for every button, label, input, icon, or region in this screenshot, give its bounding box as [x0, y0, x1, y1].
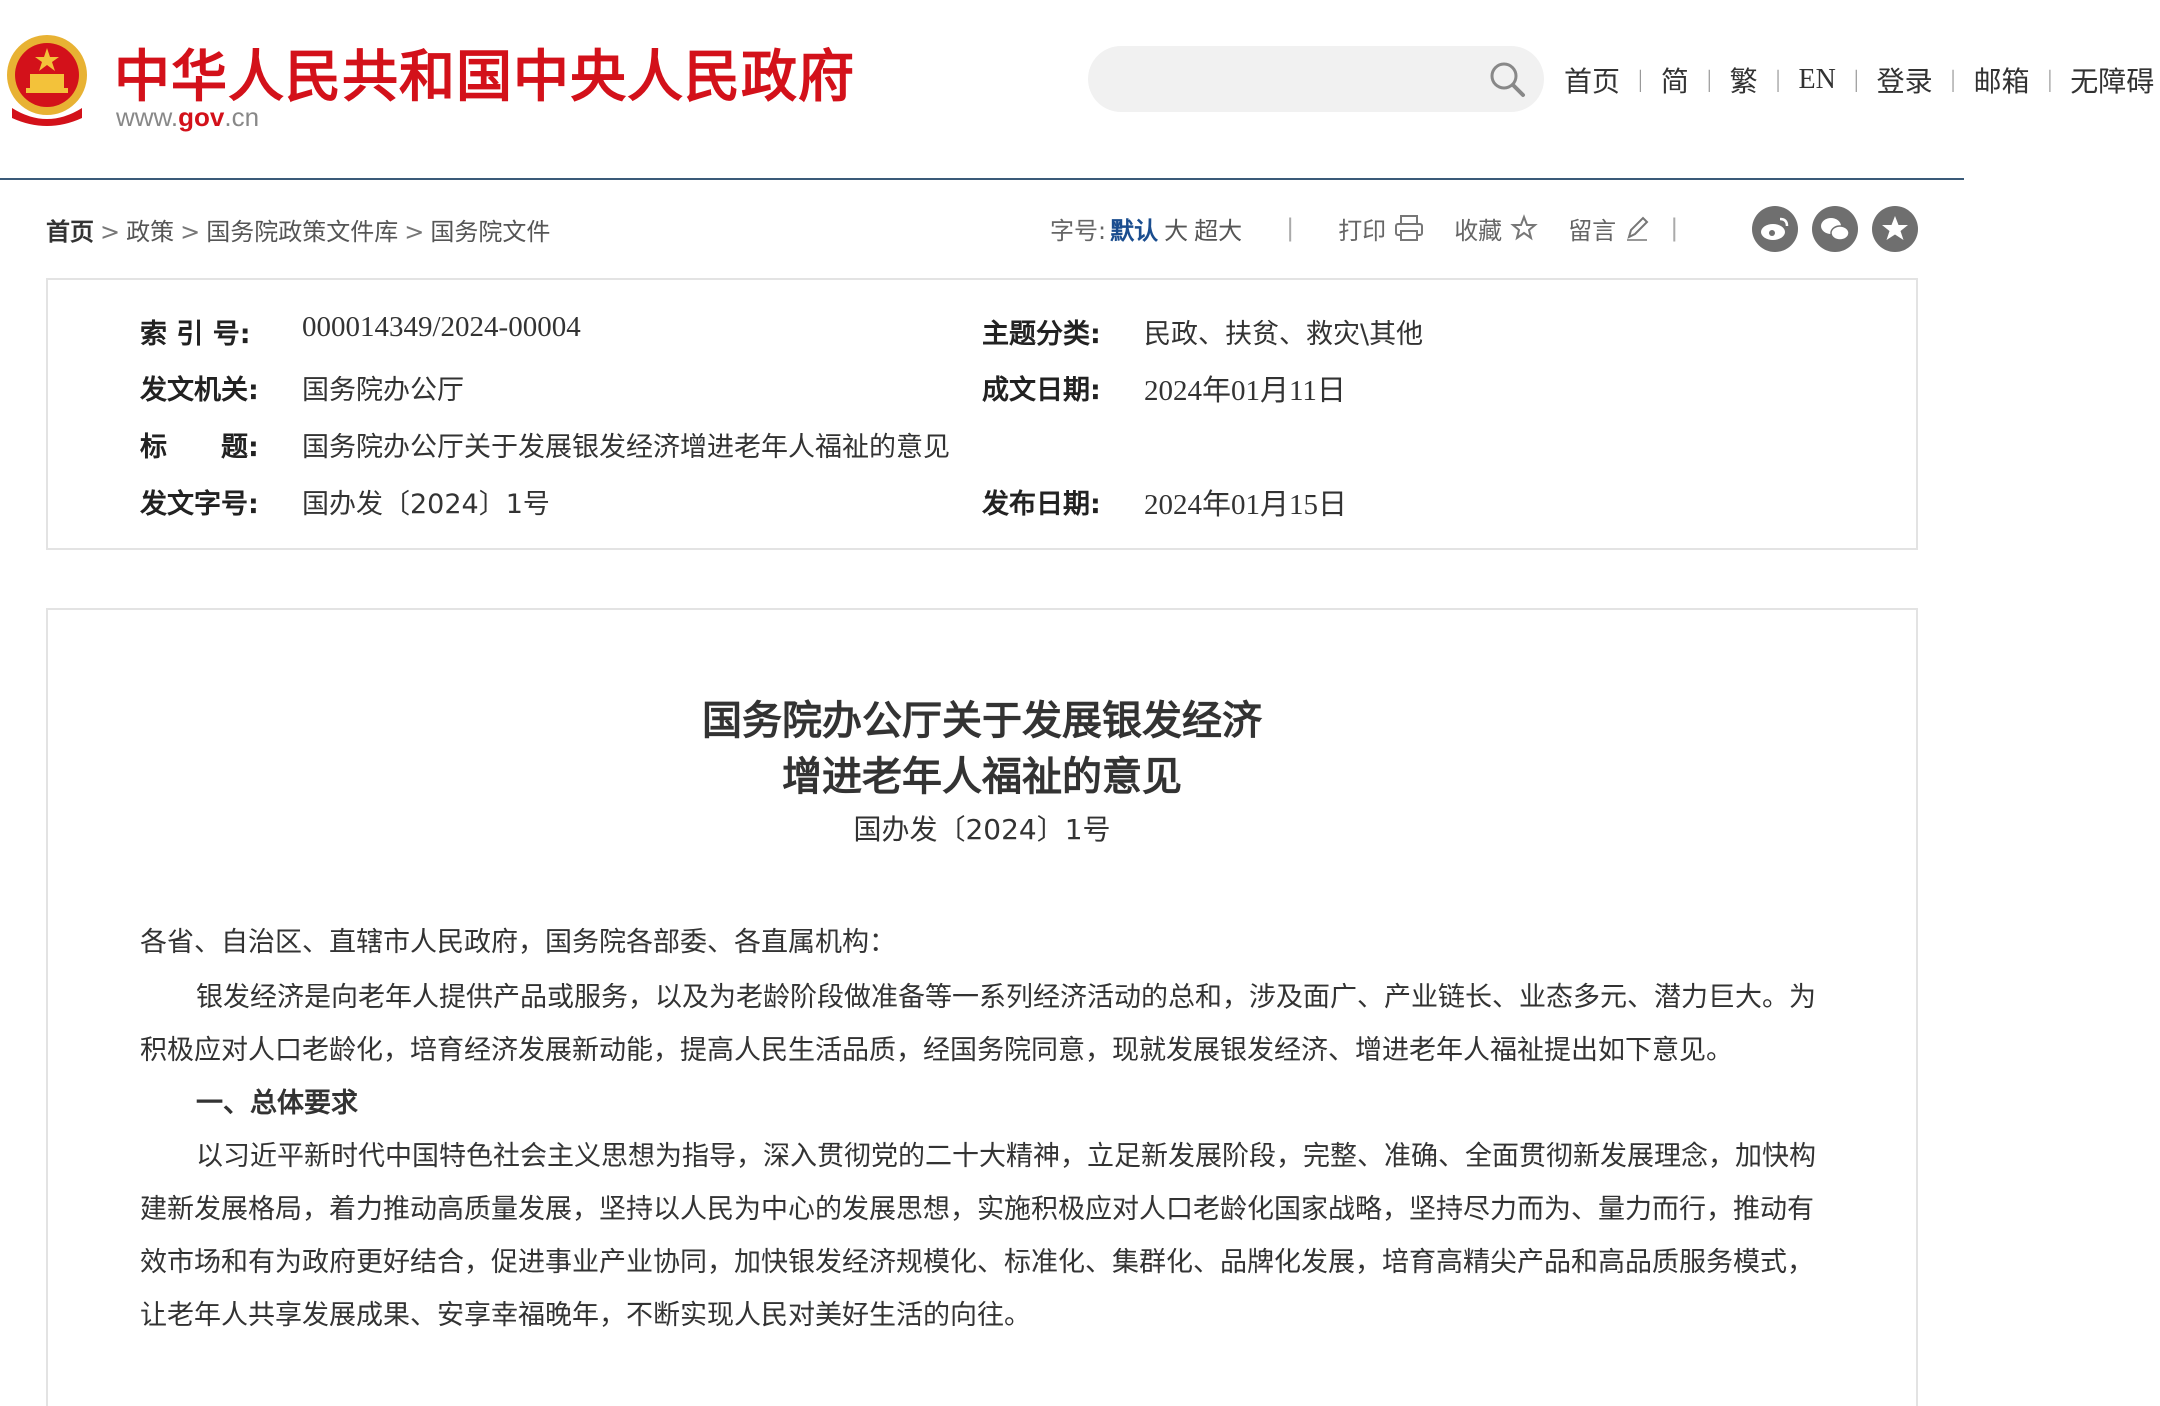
breadcrumb-home[interactable]: 首页 [46, 218, 94, 246]
document-title-line2: 增进老年人福祉的意见 [782, 754, 1182, 800]
issuer-label: 发文机关: [140, 375, 259, 406]
title-value: 国务院办公厅关于发展银发经济增进老年人福祉的意见 [302, 432, 950, 463]
nav-home[interactable]: 首页 [1546, 60, 1638, 100]
header-divider [0, 178, 1964, 180]
star-share-button[interactable] [1872, 206, 1918, 252]
top-nav: 首页 | 简 | 繁 | EN | 登录 | 邮箱 | 无障碍 [1546, 58, 2160, 102]
created-date-label: 成文日期: [982, 375, 1101, 406]
article-tools: 字号: 默认 大 超大 | 打印 收藏 留言 | [1050, 208, 1678, 248]
pencil-icon [1627, 216, 1649, 241]
font-size-default[interactable]: 默认 [1110, 211, 1158, 246]
favorite-button[interactable]: 收藏 [1454, 211, 1538, 246]
section-heading: 一、总体要求 [196, 1088, 358, 1119]
weibo-share-button[interactable] [1752, 206, 1798, 252]
breadcrumb-policy[interactable]: 政策 [126, 218, 174, 246]
title-label: 标 题: [140, 432, 259, 463]
paragraph: 银发经济是向老年人提供产品或服务，以及为老龄阶段做准备等一系列经济活动的总和，涉… [140, 982, 1816, 1066]
created-date-value: 2024年01月11日 [1144, 375, 1346, 407]
tools-divider: | [1670, 214, 1679, 242]
font-size-xlarge[interactable]: 超大 [1194, 211, 1242, 246]
star-share-icon [1882, 216, 1908, 240]
nav-login[interactable]: 登录 [1859, 60, 1951, 100]
topic-value: 民政、扶贫、救灾\其他 [1144, 319, 1424, 350]
topic-label: 主题分类: [982, 319, 1101, 350]
nav-english[interactable]: EN [1780, 64, 1853, 96]
doc-number-value: 国办发〔2024〕1号 [302, 489, 550, 520]
comment-label: 留言 [1568, 216, 1617, 245]
site-url[interactable]: www.gov.cn [116, 102, 259, 133]
index-value: 000014349/2024-00004 [302, 311, 581, 343]
search-input[interactable] [1088, 46, 1544, 112]
issuer-value: 国务院办公厅 [302, 375, 464, 406]
document-metadata: 索 引 号: 000014349/2024-00004 主题分类: 民政、扶贫、… [46, 278, 1918, 550]
breadcrumb-policy-library[interactable]: 国务院政策文件库 [206, 218, 398, 246]
wechat-icon [1821, 218, 1850, 241]
paragraph: 以习近平新时代中国特色社会主义思想为指导，深入贯彻党的二十大精神，立足新发展阶段… [140, 1141, 1816, 1331]
document-body: 各省、自治区、直辖市人民政府，国务院各部委、各直属机构： 银发经济是向老年人提供… [140, 916, 1820, 1342]
document-number: 国办发〔2024〕1号 [853, 813, 1111, 846]
star-icon [1510, 214, 1538, 241]
site-header: 中华人民共和国中央人民政府 www.gov.cn 首页 | 简 | 繁 | EN… [0, 0, 2160, 180]
breadcrumb: 首页 > 政策 > 国务院政策文件库 > 国务院文件 [46, 218, 551, 246]
search-icon[interactable] [1488, 60, 1526, 98]
nav-traditional[interactable]: 繁 [1712, 60, 1776, 100]
print-button[interactable]: 打印 [1338, 211, 1424, 246]
favorite-label: 收藏 [1454, 216, 1503, 245]
index-label: 索 引 号: [140, 319, 251, 350]
font-size-large[interactable]: 大 [1164, 211, 1188, 246]
doc-number-label: 发文字号: [140, 489, 259, 520]
published-date-value: 2024年01月15日 [1144, 489, 1348, 521]
tools-divider: | [1286, 214, 1295, 242]
published-date-label: 发布日期: [982, 489, 1101, 520]
document-content: 国务院办公厅关于发展银发经济 增进老年人福祉的意见 国办发〔2024〕1号 各省… [46, 608, 1918, 1406]
font-size-label: 字号: [1050, 216, 1107, 245]
breadcrumb-state-council-docs[interactable]: 国务院文件 [430, 218, 550, 246]
site-name[interactable]: 中华人民共和国中央人民政府 [114, 32, 855, 113]
nav-mail[interactable]: 邮箱 [1955, 60, 2047, 100]
printer-icon [1395, 215, 1424, 241]
salutation: 各省、自治区、直辖市人民政府，国务院各部委、各直属机构： [140, 927, 896, 958]
document-title-line1: 国务院办公厅关于发展银发经济 [702, 698, 1262, 744]
print-label: 打印 [1338, 216, 1387, 245]
comment-button[interactable]: 留言 [1568, 211, 1650, 246]
nav-simplified[interactable]: 简 [1643, 60, 1707, 100]
nav-accessibility[interactable]: 无障碍 [2052, 60, 2160, 100]
wechat-share-button[interactable] [1812, 206, 1858, 252]
national-emblem-icon[interactable] [2, 30, 92, 130]
weibo-icon [1761, 217, 1789, 240]
